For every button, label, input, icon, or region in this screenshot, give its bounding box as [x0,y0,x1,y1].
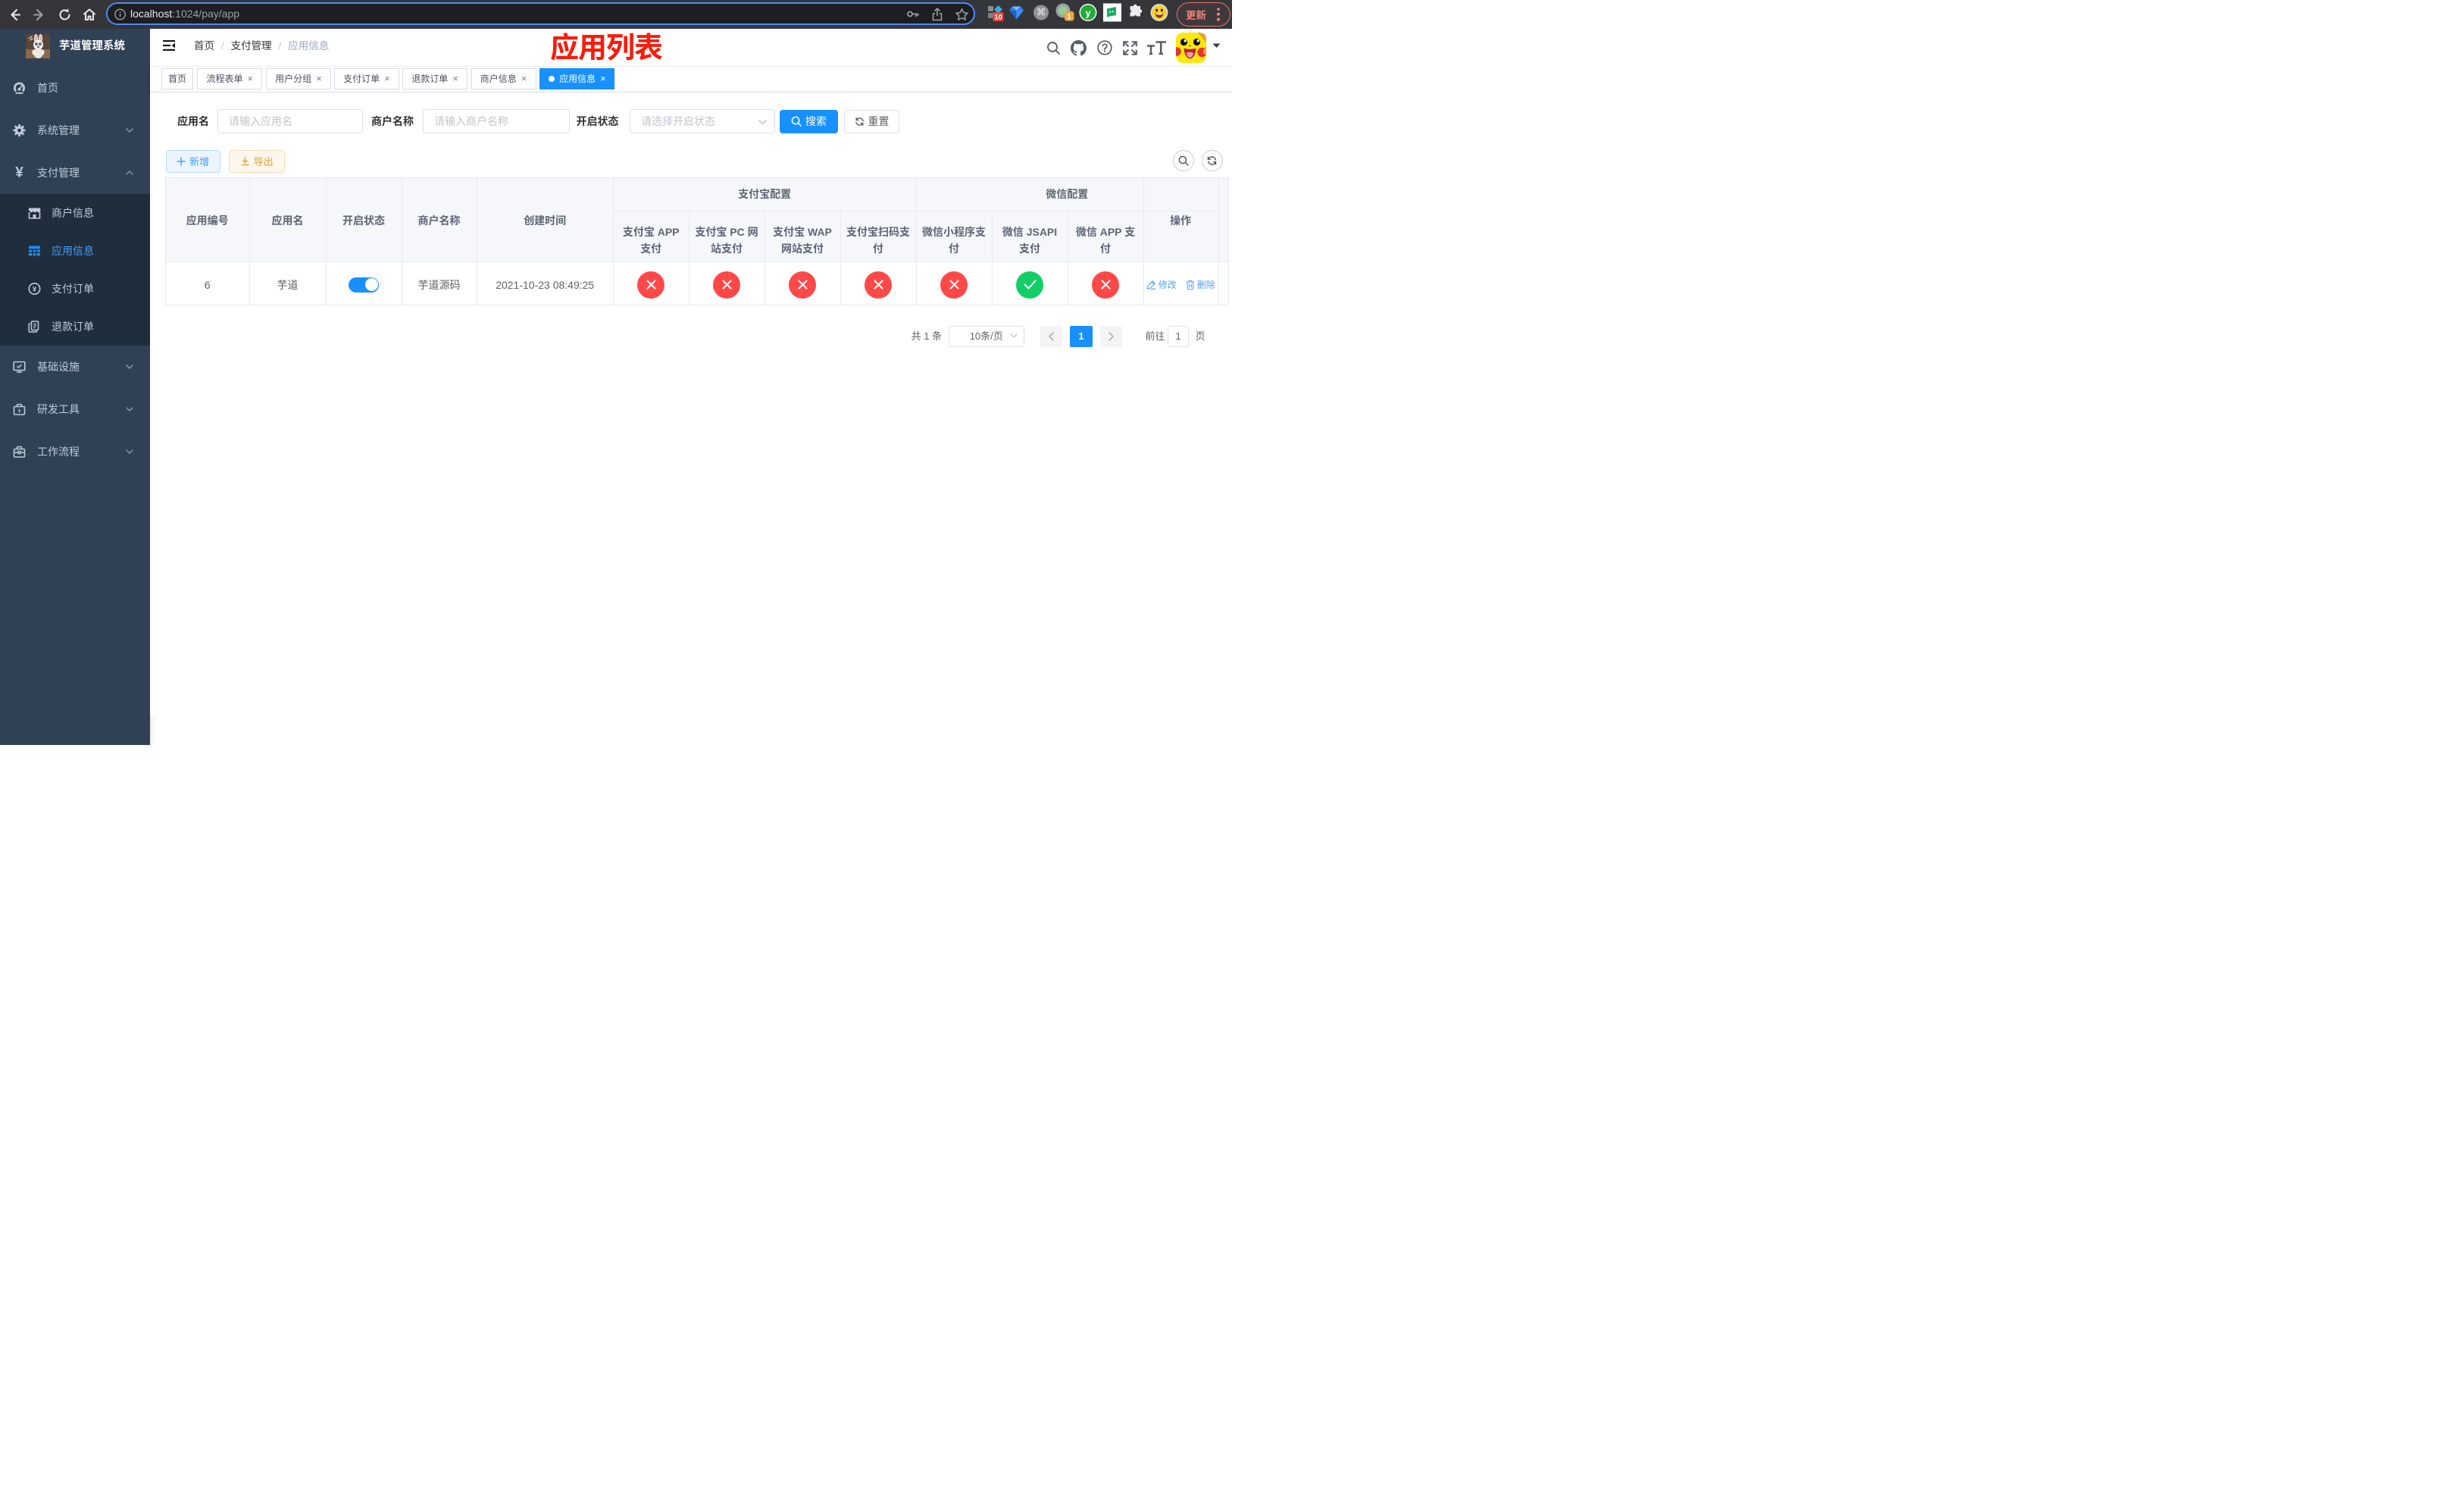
svg-text:¥: ¥ [33,286,37,294]
svg-text:10: 10 [994,14,1002,22]
svg-text:y: y [1085,8,1091,19]
svg-text:1: 1 [1067,13,1071,21]
svg-text:⌘: ⌘ [1037,7,1046,18]
